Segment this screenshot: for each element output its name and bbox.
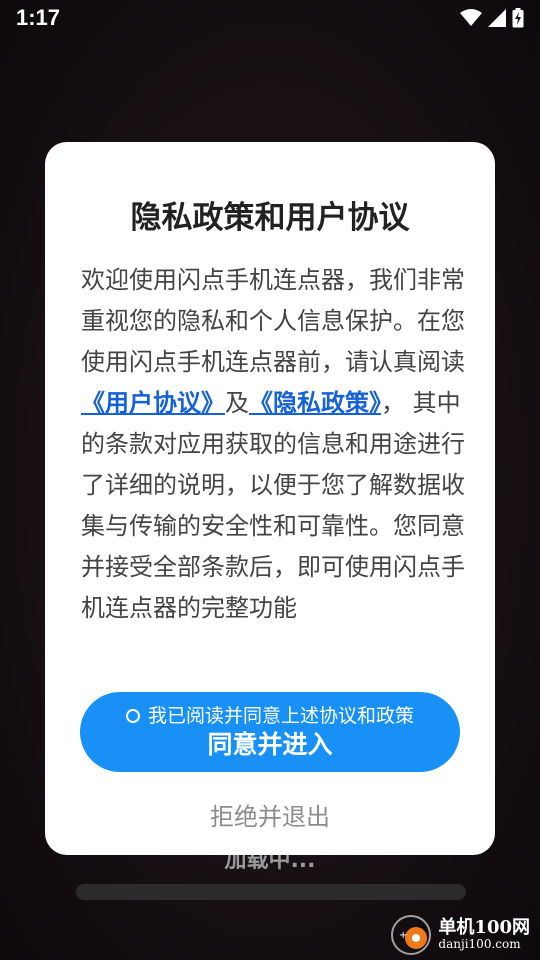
battery-charging-icon (512, 8, 524, 28)
status-time: 1:17 (16, 5, 61, 30)
watermark-name: 单机100网 (438, 917, 530, 939)
signal-icon (488, 9, 506, 27)
status-bar: 1:17 (0, 0, 540, 36)
body-rest: ， 其中的条款对应用获取的信息和用途进行了详细的说明，以便于您了解数据收集与传输… (81, 389, 465, 622)
dialog-title: 隐私政策和用户协议 (130, 200, 410, 236)
agree-button-label: 同意并进入 (207, 730, 333, 759)
agree-checkbox-label: 我已阅读并同意上述协议和政策 (147, 705, 414, 727)
privacy-policy-link[interactable]: 《隐私政策》 (249, 389, 381, 417)
watermark-url: danji100.com (438, 937, 521, 952)
user-agreement-link[interactable]: 《用户协议》 (81, 389, 225, 417)
privacy-dialog: 隐私政策和用户协议 欢迎使用闪点手机连点器，我们非常重视您的隐私和个人信息保护。… (45, 142, 495, 855)
body-and: 及 (225, 389, 249, 417)
agree-radio-icon[interactable] (125, 709, 140, 723)
watermark: + 单机100网 danji100.com (390, 914, 530, 956)
loading-progress-bar (76, 884, 466, 900)
watermark-logo-icon: + (391, 915, 432, 955)
status-icons (460, 8, 524, 28)
agree-enter-button[interactable]: 我已阅读并同意上述协议和政策 同意并进入 (80, 692, 460, 772)
decline-exit-button[interactable]: 拒绝并退出 (45, 797, 495, 832)
wifi-icon (460, 9, 482, 26)
svg-text:+: + (399, 930, 407, 941)
dialog-body: 欢迎使用闪点手机连点器，我们非常重视您的隐私和个人信息保护。在您使用闪点手机连点… (81, 260, 465, 629)
body-intro: 欢迎使用闪点手机连点器，我们非常重视您的隐私和个人信息保护。在您使用闪点手机连点… (81, 266, 465, 376)
watermark-text: 单机100网 danji100.com (438, 917, 530, 952)
agree-checkbox-row[interactable]: 我已阅读并同意上述协议和政策 (125, 703, 414, 729)
